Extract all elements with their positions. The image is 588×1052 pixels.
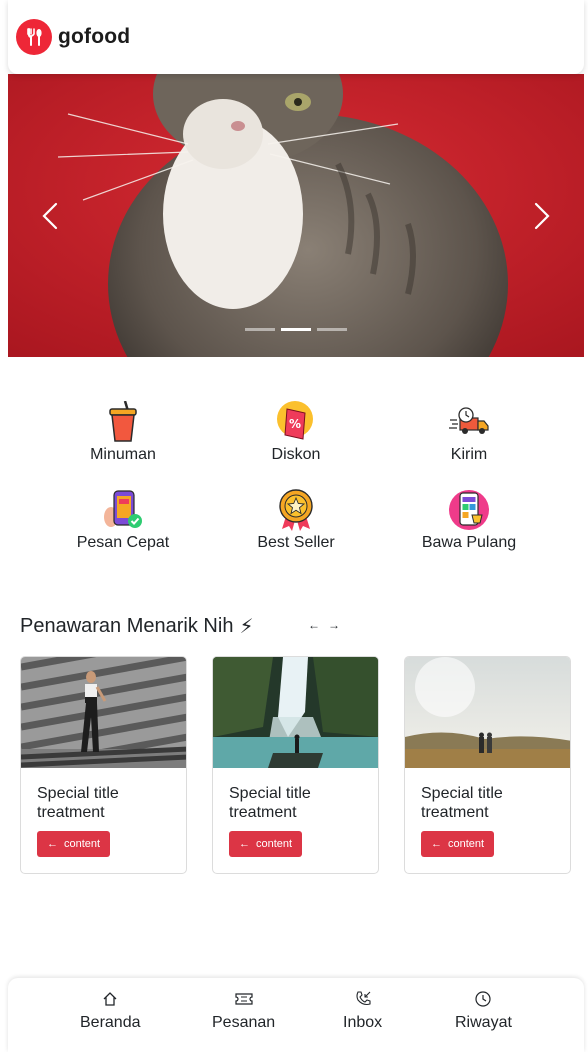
arrow-left-icon: ← — [47, 838, 58, 850]
category-best-seller[interactable]: Best Seller — [210, 488, 382, 552]
chevron-left-icon — [42, 202, 58, 230]
clock-icon — [474, 990, 492, 1008]
ticket-icon — [234, 990, 253, 1008]
couple-field-photo — [405, 657, 570, 768]
card-button-label: content — [256, 838, 293, 850]
nav-label: Beranda — [80, 1014, 141, 1031]
app-header: gofood — [8, 0, 584, 74]
nav-pesanan[interactable]: Pesanan — [212, 990, 275, 1032]
category-label: Kirim — [450, 446, 488, 463]
medal-icon — [274, 488, 318, 532]
nav-label: Inbox — [343, 1014, 383, 1031]
arrow-right-icon[interactable]: → — [328, 618, 340, 632]
home-icon — [101, 990, 119, 1008]
category-diskon[interactable]: % Diskon — [210, 400, 382, 464]
arrow-left-icon: ← — [239, 838, 250, 850]
carousel-indicator-active[interactable] — [281, 328, 311, 331]
category-pesan-cepat[interactable]: Pesan Cepat — [37, 488, 209, 552]
category-label: Pesan Cepat — [76, 534, 170, 551]
category-label: Bawa Pulang — [421, 534, 517, 551]
nav-beranda[interactable]: Beranda — [80, 990, 141, 1032]
category-grid: Minuman % Diskon Kirim Pesan Cepat Best … — [37, 400, 555, 576]
card-title: Special title treatment — [421, 785, 503, 821]
arrow-left-icon: ← — [431, 838, 442, 850]
category-bawa-pulang[interactable]: Bawa Pulang — [383, 488, 555, 552]
lightning-icon: ⚡ — [239, 616, 254, 638]
drink-cup-icon — [101, 400, 145, 444]
delivery-truck-icon — [447, 400, 491, 444]
chevron-right-icon — [534, 202, 550, 230]
brand-name[interactable]: gofood — [58, 25, 130, 49]
carousel-prev-button[interactable] — [32, 198, 68, 234]
offer-card[interactable]: Special title treatment ← content — [404, 656, 571, 874]
offer-cards: Special title treatment ← content Specia… — [20, 656, 571, 874]
phone-order-icon — [101, 488, 145, 532]
waterfall-photo — [213, 657, 378, 768]
phone-incoming-icon — [354, 990, 372, 1008]
arrow-left-icon[interactable]: ← — [308, 618, 320, 632]
card-title: Special title treatment — [229, 785, 311, 821]
hero-carousel[interactable] — [8, 74, 584, 357]
offers-nav: ← → — [308, 618, 340, 632]
offers-header: Penawaran Menarik Nih ⚡ — [20, 614, 253, 639]
category-label: Minuman — [90, 446, 156, 463]
svg-text:%: % — [289, 417, 301, 431]
person-striped-shadow-photo — [21, 657, 186, 768]
carousel-indicator[interactable] — [245, 328, 275, 331]
discount-tag-icon: % — [274, 400, 318, 444]
card-content-button[interactable]: ← content — [229, 831, 303, 857]
nav-label: Riwayat — [455, 1014, 512, 1031]
nav-riwayat[interactable]: Riwayat — [455, 990, 512, 1032]
nav-inbox[interactable]: Inbox — [343, 990, 382, 1032]
card-button-label: content — [448, 838, 485, 850]
bottom-navigation: Beranda Pesanan Inbox Riwayat — [8, 978, 584, 1052]
category-label: Best Seller — [257, 534, 335, 551]
offers-title: Penawaran Menarik Nih — [20, 615, 234, 637]
card-content-button[interactable]: ← content — [421, 831, 495, 857]
carousel-next-button[interactable] — [524, 198, 560, 234]
category-kirim[interactable]: Kirim — [383, 400, 555, 464]
carousel-indicators — [8, 328, 584, 331]
card-title: Special title treatment — [37, 785, 119, 821]
category-minuman[interactable]: Minuman — [37, 400, 209, 464]
card-content-button[interactable]: ← content — [37, 831, 111, 857]
kitten-photo — [8, 74, 584, 357]
fork-spoon-icon[interactable] — [16, 19, 52, 55]
card-button-label: content — [64, 838, 101, 850]
offer-card[interactable]: Special title treatment ← content — [212, 656, 379, 874]
shopping-app-icon — [447, 488, 491, 532]
nav-label: Pesanan — [212, 1014, 276, 1031]
offer-card[interactable]: Special title treatment ← content — [20, 656, 187, 874]
carousel-indicator[interactable] — [317, 328, 347, 331]
category-label: Diskon — [271, 446, 321, 463]
